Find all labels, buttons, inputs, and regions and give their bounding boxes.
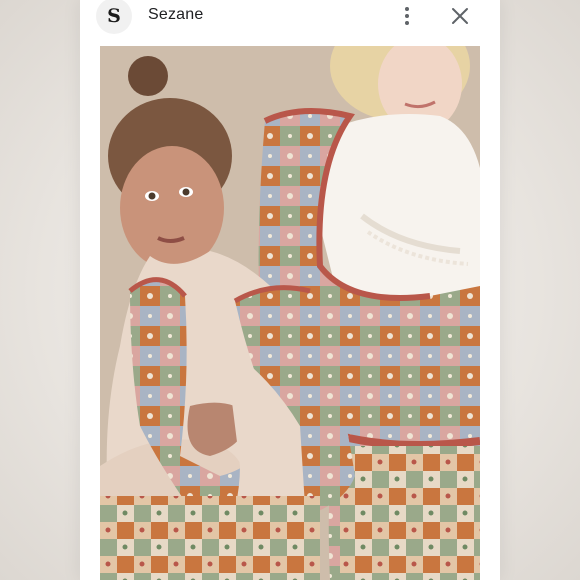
brand-avatar[interactable]: S [96,0,132,34]
close-icon[interactable] [448,4,472,28]
avatar-letter: S [107,5,121,27]
photo-illustration [100,46,480,580]
content-sheet: S Sezane [80,0,500,580]
header-bar: S Sezane [80,0,500,34]
product-photo[interactable] [100,46,480,580]
brand-name[interactable]: Sezane [148,6,203,24]
more-vert-icon[interactable] [398,4,416,28]
